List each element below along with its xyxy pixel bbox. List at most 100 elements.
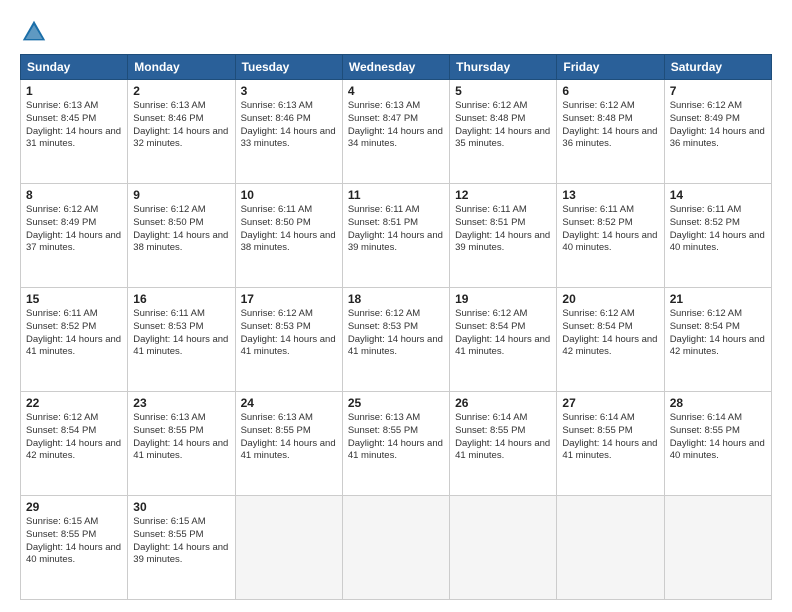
day-number: 26 [455,396,551,410]
day-number: 23 [133,396,229,410]
calendar-cell: 26Sunrise: 6:14 AMSunset: 8:55 PMDayligh… [450,392,557,496]
day-number: 11 [348,188,444,202]
calendar-cell: 18Sunrise: 6:12 AMSunset: 8:53 PMDayligh… [342,288,449,392]
calendar-cell: 2 Sunrise: 6:13 AMSunset: 8:46 PMDaylight… [128,80,235,184]
day-number: 20 [562,292,658,306]
logo-icon [20,18,48,46]
calendar-cell [342,496,449,600]
calendar-week-row: 22 Sunrise: 6:12 AMSunset: 8:54 PMDayligh… [21,392,772,496]
calendar-cell [664,496,771,600]
calendar-cell: 30 Sunrise: 6:15 AMSunset: 8:55 PMDayligh… [128,496,235,600]
day-number: 8 [26,188,122,202]
day-number: 28 [670,396,766,410]
calendar-week-row: 8 Sunrise: 6:12 AMSunset: 8:49 PMDaylight… [21,184,772,288]
calendar-cell: 1 Sunrise: 6:13 AMSunset: 8:45 PMDaylight… [21,80,128,184]
calendar-header-tuesday: Tuesday [235,55,342,80]
calendar-header-sunday: Sunday [21,55,128,80]
day-number: 2 [133,84,229,98]
calendar-cell: 27 Sunrise: 6:14 AMSunset: 8:55 PMDayligh… [557,392,664,496]
calendar-week-row: 29 Sunrise: 6:15 AMSunset: 8:55 PMDayligh… [21,496,772,600]
day-number: 9 [133,188,229,202]
calendar-cell: 25 Sunrise: 6:13 AMSunset: 8:55 PMDayligh… [342,392,449,496]
day-info: Sunrise: 6:12 AMSunset: 8:54 PMDaylight:… [562,308,658,359]
calendar-cell [450,496,557,600]
day-info: Sunrise: 6:12 AMSunset: 8:48 PMDaylight:… [562,100,658,151]
calendar-cell: 7 Sunrise: 6:12 AMSunset: 8:49 PMDaylight… [664,80,771,184]
day-info: Sunrise: 6:13 AMSunset: 8:47 PMDaylight:… [348,100,444,151]
calendar-cell: 3Sunrise: 6:13 AMSunset: 8:46 PMDaylight… [235,80,342,184]
day-number: 27 [562,396,658,410]
calendar-cell: 19 Sunrise: 6:12 AMSunset: 8:54 PMDayligh… [450,288,557,392]
day-info: Sunrise: 6:12 AMSunset: 8:54 PMDaylight:… [670,308,766,359]
day-number: 24 [241,396,337,410]
calendar-cell: 17 Sunrise: 6:12 AMSunset: 8:53 PMDayligh… [235,288,342,392]
page: SundayMondayTuesdayWednesdayThursdayFrid… [0,0,792,612]
calendar-header-wednesday: Wednesday [342,55,449,80]
calendar-header-saturday: Saturday [664,55,771,80]
day-info: Sunrise: 6:11 AMSunset: 8:51 PMDaylight:… [455,204,551,255]
day-info: Sunrise: 6:13 AMSunset: 8:55 PMDaylight:… [241,412,337,463]
day-number: 5 [455,84,551,98]
calendar-cell: 23 Sunrise: 6:13 AMSunset: 8:55 PMDayligh… [128,392,235,496]
header [20,18,772,46]
day-info: Sunrise: 6:12 AMSunset: 8:53 PMDaylight:… [348,308,444,359]
calendar-cell: 28 Sunrise: 6:14 AMSunset: 8:55 PMDayligh… [664,392,771,496]
calendar-cell: 9 Sunrise: 6:12 AMSunset: 8:50 PMDaylight… [128,184,235,288]
day-number: 13 [562,188,658,202]
day-number: 14 [670,188,766,202]
calendar-cell: 13 Sunrise: 6:11 AMSunset: 8:52 PMDayligh… [557,184,664,288]
calendar-cell: 4Sunrise: 6:13 AMSunset: 8:47 PMDaylight… [342,80,449,184]
calendar-week-row: 1 Sunrise: 6:13 AMSunset: 8:45 PMDaylight… [21,80,772,184]
day-number: 30 [133,500,229,514]
calendar-header-friday: Friday [557,55,664,80]
calendar-cell: 8 Sunrise: 6:12 AMSunset: 8:49 PMDaylight… [21,184,128,288]
day-info: Sunrise: 6:12 AMSunset: 8:54 PMDaylight:… [26,412,122,463]
day-number: 25 [348,396,444,410]
calendar-table: SundayMondayTuesdayWednesdayThursdayFrid… [20,54,772,600]
calendar-cell: 29 Sunrise: 6:15 AMSunset: 8:55 PMDayligh… [21,496,128,600]
day-info: Sunrise: 6:12 AMSunset: 8:50 PMDaylight:… [133,204,229,255]
day-info: Sunrise: 6:12 AMSunset: 8:54 PMDaylight:… [455,308,551,359]
day-info: Sunrise: 6:11 AMSunset: 8:52 PMDaylight:… [562,204,658,255]
day-info: Sunrise: 6:15 AMSunset: 8:55 PMDaylight:… [133,516,229,567]
day-number: 7 [670,84,766,98]
day-info: Sunrise: 6:11 AMSunset: 8:52 PMDaylight:… [26,308,122,359]
day-number: 17 [241,292,337,306]
calendar-cell: 6 Sunrise: 6:12 AMSunset: 8:48 PMDaylight… [557,80,664,184]
calendar-header-thursday: Thursday [450,55,557,80]
day-number: 29 [26,500,122,514]
day-info: Sunrise: 6:14 AMSunset: 8:55 PMDaylight:… [670,412,766,463]
day-number: 1 [26,84,122,98]
day-info: Sunrise: 6:13 AMSunset: 8:45 PMDaylight:… [26,100,122,151]
calendar-week-row: 15Sunrise: 6:11 AMSunset: 8:52 PMDayligh… [21,288,772,392]
day-info: Sunrise: 6:12 AMSunset: 8:49 PMDaylight:… [26,204,122,255]
day-info: Sunrise: 6:13 AMSunset: 8:55 PMDaylight:… [348,412,444,463]
day-info: Sunrise: 6:11 AMSunset: 8:53 PMDaylight:… [133,308,229,359]
day-number: 10 [241,188,337,202]
calendar-header-row: SundayMondayTuesdayWednesdayThursdayFrid… [21,55,772,80]
day-info: Sunrise: 6:14 AMSunset: 8:55 PMDaylight:… [562,412,658,463]
day-info: Sunrise: 6:13 AMSunset: 8:46 PMDaylight:… [133,100,229,151]
calendar-cell: 22 Sunrise: 6:12 AMSunset: 8:54 PMDayligh… [21,392,128,496]
day-info: Sunrise: 6:12 AMSunset: 8:48 PMDaylight:… [455,100,551,151]
day-number: 12 [455,188,551,202]
calendar-cell: 24 Sunrise: 6:13 AMSunset: 8:55 PMDayligh… [235,392,342,496]
day-info: Sunrise: 6:15 AMSunset: 8:55 PMDaylight:… [26,516,122,567]
day-info: Sunrise: 6:13 AMSunset: 8:46 PMDaylight:… [241,100,337,151]
calendar-header-monday: Monday [128,55,235,80]
day-number: 6 [562,84,658,98]
day-info: Sunrise: 6:12 AMSunset: 8:49 PMDaylight:… [670,100,766,151]
day-info: Sunrise: 6:12 AMSunset: 8:53 PMDaylight:… [241,308,337,359]
calendar-cell [557,496,664,600]
calendar-cell [235,496,342,600]
calendar-cell: 10Sunrise: 6:11 AMSunset: 8:50 PMDayligh… [235,184,342,288]
day-number: 19 [455,292,551,306]
logo [20,18,54,46]
day-number: 21 [670,292,766,306]
calendar-cell: 11 Sunrise: 6:11 AMSunset: 8:51 PMDayligh… [342,184,449,288]
day-info: Sunrise: 6:11 AMSunset: 8:51 PMDaylight:… [348,204,444,255]
calendar-cell: 12 Sunrise: 6:11 AMSunset: 8:51 PMDayligh… [450,184,557,288]
day-info: Sunrise: 6:11 AMSunset: 8:52 PMDaylight:… [670,204,766,255]
day-info: Sunrise: 6:13 AMSunset: 8:55 PMDaylight:… [133,412,229,463]
day-number: 22 [26,396,122,410]
